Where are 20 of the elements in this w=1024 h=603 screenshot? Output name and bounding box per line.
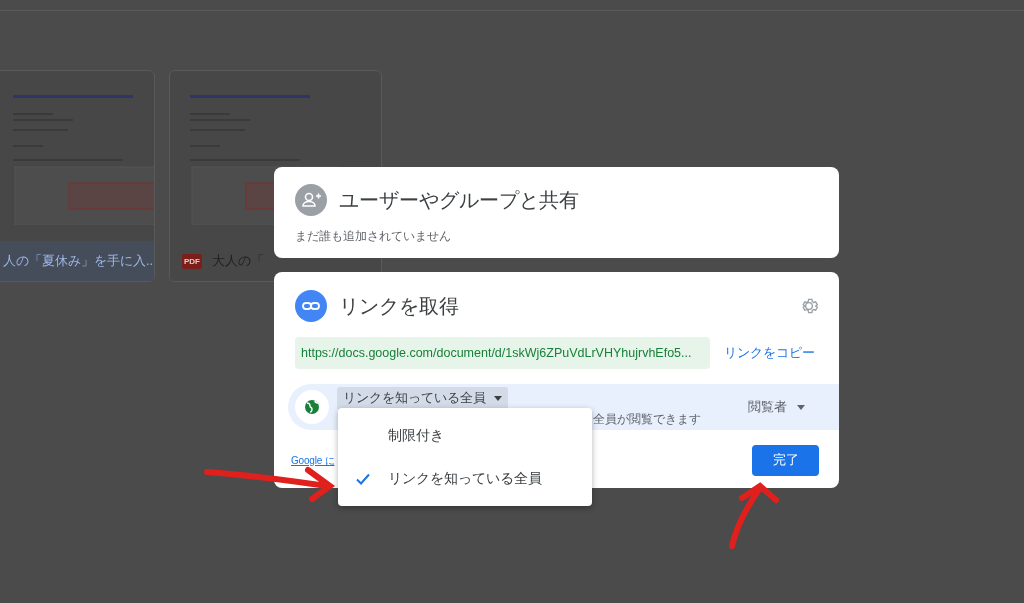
done-button[interactable]: 完了 bbox=[752, 445, 819, 476]
role-dropdown[interactable]: 閲覧者 bbox=[742, 397, 811, 417]
link-title: リンクを取得 bbox=[339, 293, 459, 319]
access-scope-dropdown[interactable]: リンクを知っている全員 bbox=[337, 387, 508, 410]
file-card[interactable]: 人の「夏休み」を手に入... bbox=[0, 70, 155, 282]
feedback-link[interactable]: Google に bbox=[291, 453, 335, 468]
add-person-icon bbox=[295, 184, 327, 216]
pdf-badge: PDF bbox=[182, 253, 202, 269]
share-title: ユーザーやグループと共有 bbox=[339, 187, 579, 213]
caret-icon bbox=[494, 396, 502, 401]
globe-icon bbox=[295, 390, 329, 424]
menu-item[interactable]: リンクを知っている全員 bbox=[338, 457, 592, 500]
link-url-field[interactable]: https://docs.google.com/document/d/1skWj6ZPuVdLrVHYhujrvhEfo5... bbox=[295, 337, 710, 369]
link-icon bbox=[295, 290, 327, 322]
share-subtitle: まだ誰も追加されていません bbox=[295, 228, 452, 245]
menu-item[interactable]: 制限付き bbox=[338, 414, 592, 457]
access-description: 全員が閲覧できます bbox=[593, 411, 701, 428]
caret-icon bbox=[797, 404, 805, 410]
copy-link[interactable]: リンクをコピー bbox=[724, 344, 815, 362]
file-title: 人の「夏休み」を手に入... bbox=[3, 252, 154, 270]
